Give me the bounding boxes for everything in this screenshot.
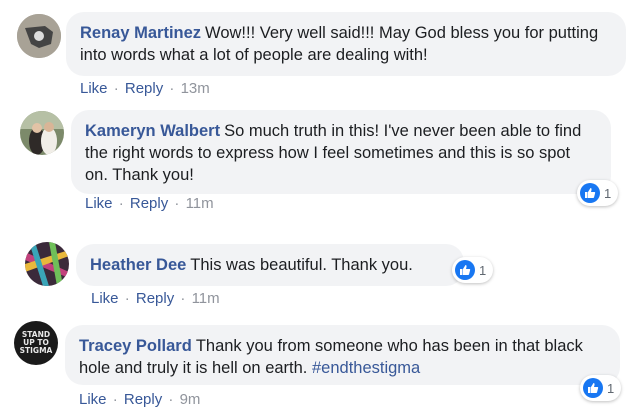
comment-author[interactable]: Heather Dee: [90, 256, 186, 274]
reply-link[interactable]: Reply: [136, 290, 174, 307]
like-thumb-icon: [455, 260, 475, 280]
comment-timestamp[interactable]: 13m: [181, 80, 210, 97]
comment-bubble: Heather Dee This was beautiful. Thank you…: [76, 244, 464, 286]
comment-bubble: Kameryn Walbert So much truth in this! I'…: [71, 110, 611, 194]
comment-timestamp[interactable]: 11m: [192, 290, 220, 307]
comment-actions: Like · Reply · 9m: [79, 391, 200, 409]
separator-dot: ·: [124, 290, 130, 307]
avatar[interactable]: [17, 14, 61, 58]
reaction-count[interactable]: 1: [452, 257, 494, 283]
reply-link[interactable]: Reply: [125, 80, 163, 97]
like-thumb-icon: [580, 183, 600, 203]
comment-author[interactable]: Tracey Pollard: [79, 337, 192, 355]
comment-actions: Like · Reply · 11m: [91, 290, 220, 308]
reply-link[interactable]: Reply: [124, 391, 162, 408]
avatar[interactable]: [25, 242, 69, 286]
avatar-caption: STAND UP TO STIGMA: [19, 330, 53, 355]
like-thumb-icon: [583, 378, 603, 398]
comment-timestamp[interactable]: 11m: [186, 195, 214, 212]
avatar[interactable]: STAND UP TO STIGMA: [14, 321, 58, 365]
separator-dot: ·: [169, 80, 175, 97]
like-link[interactable]: Like: [79, 391, 107, 408]
comment-text: This was beautiful. Thank you.: [190, 256, 413, 274]
separator-dot: ·: [112, 391, 118, 408]
separator-dot: ·: [180, 290, 186, 307]
comment-actions: Like · Reply · 11m: [85, 195, 214, 213]
reaction-count[interactable]: 1: [580, 375, 622, 401]
comment-author[interactable]: Renay Martinez: [80, 24, 201, 42]
hashtag-link[interactable]: #endthestigma: [312, 359, 420, 377]
comment-actions: Like · Reply · 13m: [80, 80, 210, 98]
separator-dot: ·: [174, 195, 180, 212]
comment-author[interactable]: Kameryn Walbert: [85, 122, 220, 140]
separator-dot: ·: [113, 80, 119, 97]
separator-dot: ·: [118, 195, 124, 212]
reply-link[interactable]: Reply: [130, 195, 168, 212]
like-link[interactable]: Like: [80, 80, 108, 97]
reaction-number: 1: [607, 380, 615, 396]
comment-timestamp[interactable]: 9m: [180, 391, 201, 408]
reaction-count[interactable]: 1: [577, 180, 619, 206]
reaction-number: 1: [604, 185, 612, 201]
like-link[interactable]: Like: [91, 290, 119, 307]
reaction-number: 1: [479, 262, 487, 278]
like-link[interactable]: Like: [85, 195, 113, 212]
comment-bubble: Tracey Pollard Thank you from someone who…: [65, 325, 620, 385]
comment-bubble: Renay Martinez Wow!!! Very well said!!! M…: [66, 12, 626, 76]
separator-dot: ·: [168, 391, 174, 408]
avatar[interactable]: [20, 111, 64, 155]
